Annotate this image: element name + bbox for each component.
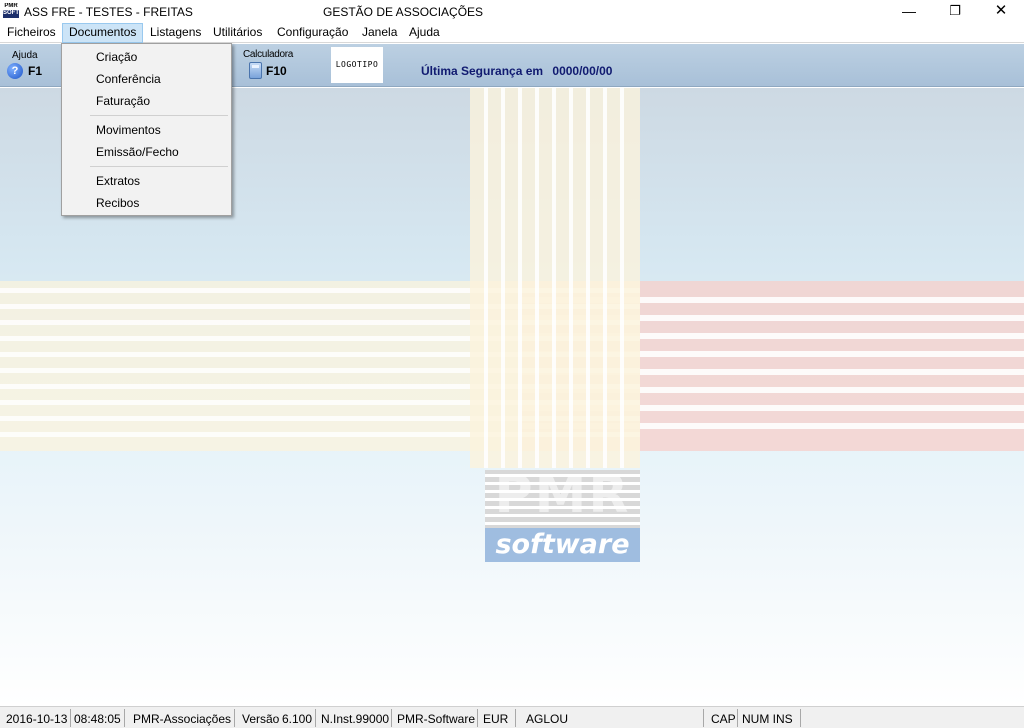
restore-button[interactable]: ❐ <box>932 0 978 23</box>
app-icon[interactable]: PMR SOFT <box>3 3 19 18</box>
status-separator <box>234 709 235 727</box>
menu-bar: Ficheiros Documentos Listagens Utilitári… <box>0 23 1024 43</box>
help-icon[interactable]: ? <box>7 63 23 79</box>
status-separator <box>703 709 704 727</box>
last-backup-label: Última Segurança em <box>421 64 544 78</box>
status-time: 08:48:05 <box>74 712 121 726</box>
status-vendor: PMR-Software <box>397 712 476 726</box>
last-backup: Última Segurança em 0000/00/00 <box>421 64 612 78</box>
status-install: N.Inst.99000 <box>321 712 390 726</box>
status-separator <box>70 709 71 727</box>
window-title: ASS FRE - TESTES - FREITAS <box>24 5 193 19</box>
status-separator <box>477 709 478 727</box>
calculator-key[interactable]: F10 <box>266 64 287 78</box>
menu-janela[interactable]: Janela <box>356 23 403 43</box>
menu-listagens[interactable]: Listagens <box>144 23 207 43</box>
menu-separator <box>90 115 228 116</box>
app-icon-text-top: PMR <box>3 3 19 10</box>
menu-ajuda[interactable]: Ajuda <box>403 23 446 43</box>
close-button[interactable]: ✕ <box>978 0 1024 23</box>
menu-item-movimentos[interactable]: Movimentos <box>96 123 161 137</box>
logo-placeholder: LOGOTIPO <box>331 47 383 83</box>
status-separator <box>124 709 125 727</box>
status-date: 2016-10-13 <box>6 712 68 726</box>
watermark-pmr: PMR <box>494 465 631 525</box>
menu-item-conferencia[interactable]: Conferência <box>96 72 161 86</box>
menu-item-extratos[interactable]: Extratos <box>96 174 140 188</box>
status-separator <box>800 709 801 727</box>
status-currency: EUR <box>483 712 509 726</box>
status-version: 6.100 <box>282 712 313 726</box>
status-separator <box>515 709 516 727</box>
last-backup-date: 0000/00/00 <box>552 64 613 78</box>
menu-configuracao[interactable]: Configuração <box>271 23 354 43</box>
app-icon-text-bottom: SOFT <box>3 10 19 16</box>
status-app: PMR-Associações <box>133 712 232 726</box>
status-bar: 2016-10-13 08:48:05 PMR-Associações Vers… <box>0 706 1024 728</box>
app-title: GESTÃO DE ASSOCIAÇÕES <box>323 5 484 19</box>
menu-item-criacao[interactable]: Criação <box>96 50 137 64</box>
menu-utilitarios[interactable]: Utilitários <box>207 23 268 43</box>
status-user: AGLOU <box>526 712 569 726</box>
status-version-label: Versão <box>242 712 280 726</box>
menu-documentos[interactable]: Documentos <box>62 23 144 43</box>
documentos-dropdown: Criação Conferência Faturação Movimentos… <box>61 43 232 216</box>
menu-ficheiros[interactable]: Ficheiros <box>1 23 62 43</box>
status-separator <box>315 709 316 727</box>
menu-item-recibos[interactable]: Recibos <box>96 196 139 210</box>
title-bar: PMR SOFT ASS FRE - TESTES - FREITAS GEST… <box>0 0 1024 23</box>
menu-item-faturacao[interactable]: Faturação <box>96 94 150 108</box>
status-cap: CAP <box>711 712 736 726</box>
menu-item-emissao-fecho[interactable]: Emissão/Fecho <box>96 145 179 159</box>
watermark-software: software <box>495 529 630 560</box>
minimize-button[interactable]: — <box>886 0 932 23</box>
status-num-ins: NUM INS <box>742 712 793 726</box>
calculator-label[interactable]: Calculadora <box>243 49 293 60</box>
help-label[interactable]: Ajuda <box>12 50 38 61</box>
help-key[interactable]: F1 <box>28 64 42 78</box>
status-separator <box>391 709 392 727</box>
calculator-icon[interactable] <box>249 62 262 79</box>
status-separator <box>737 709 738 727</box>
menu-separator <box>90 166 228 167</box>
